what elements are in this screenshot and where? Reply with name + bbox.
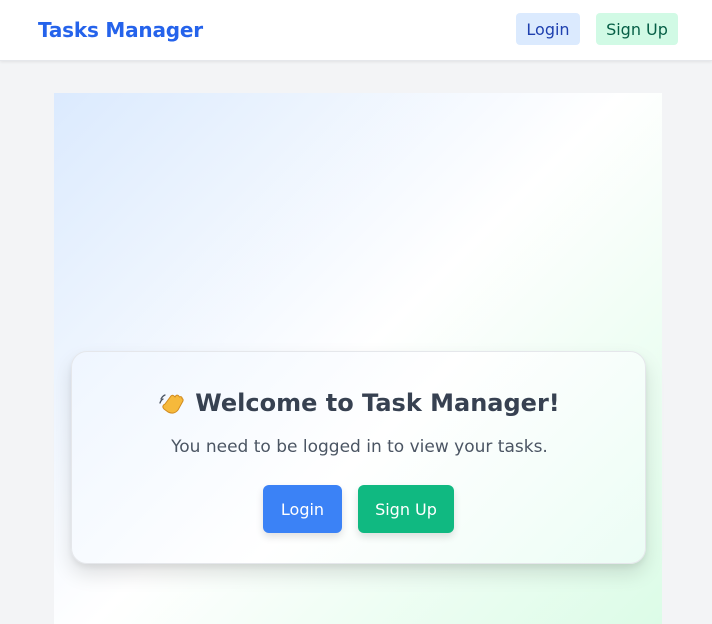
navbar: Tasks Manager Login Sign Up xyxy=(0,0,712,61)
welcome-message: You need to be logged in to view your ta… xyxy=(171,437,548,457)
nav-login-button[interactable]: Login xyxy=(516,13,580,45)
brand-title[interactable]: Tasks Manager xyxy=(38,18,203,42)
welcome-card: Welcome to Task Manager! You need to be … xyxy=(71,351,646,564)
waving-hand-icon xyxy=(159,390,185,416)
welcome-title: Welcome to Task Manager! xyxy=(195,389,560,417)
nav-signup-button[interactable]: Sign Up xyxy=(596,13,678,45)
signup-button[interactable]: Sign Up xyxy=(358,485,454,533)
login-button[interactable]: Login xyxy=(263,485,342,533)
welcome-heading: Welcome to Task Manager! xyxy=(72,389,647,417)
